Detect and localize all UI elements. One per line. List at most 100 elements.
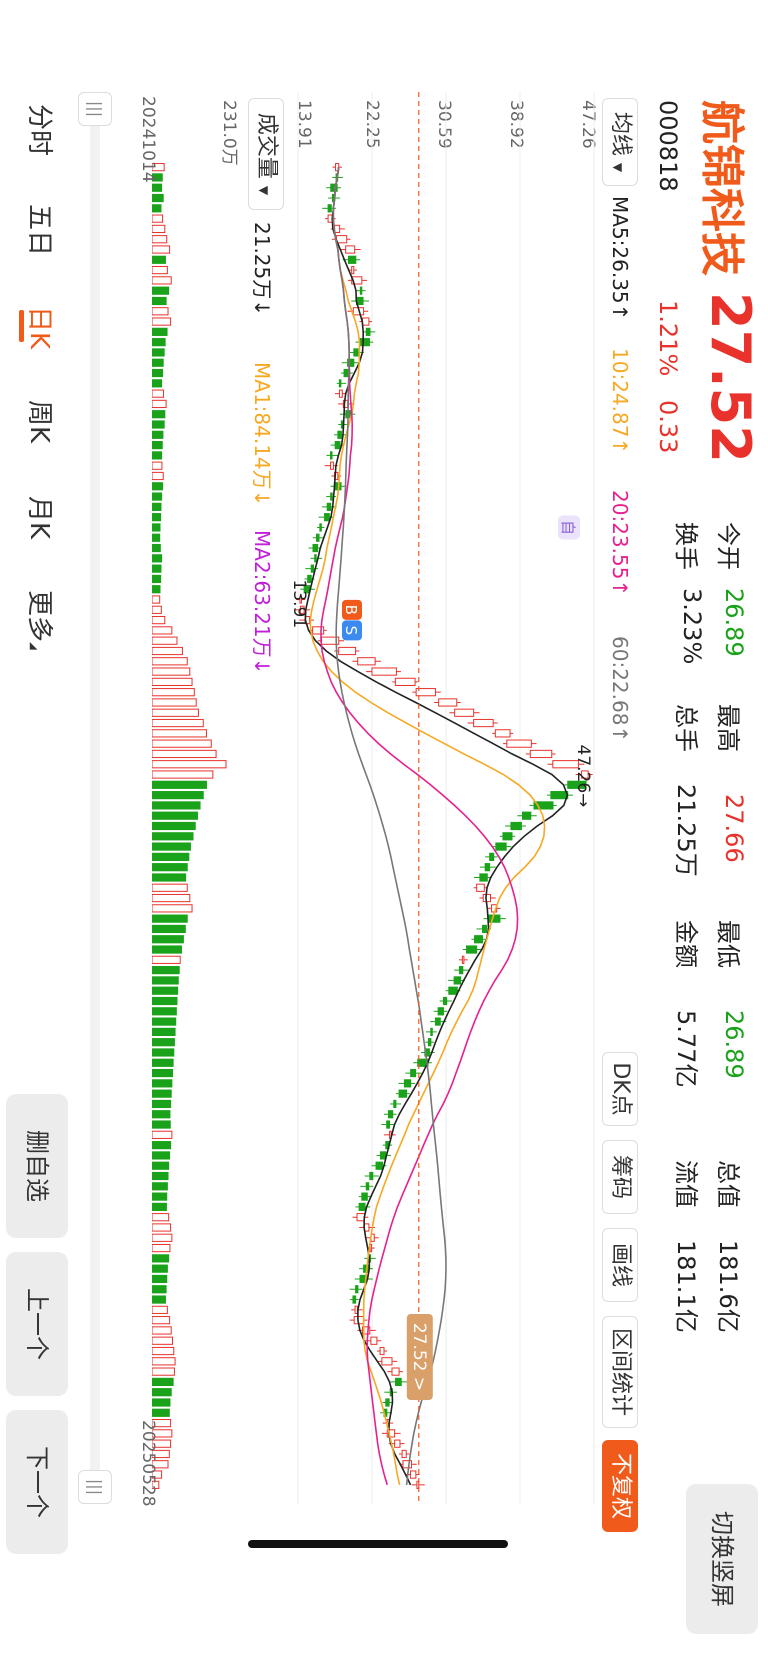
scroll-track[interactable] [90, 100, 100, 1500]
total-value: 181.6亿 [714, 1240, 742, 1333]
candle-body [442, 996, 448, 1006]
volume-bar [152, 1223, 172, 1232]
buy-marker-text: B [342, 605, 360, 615]
volume-bar [152, 338, 166, 347]
volume-bar [152, 327, 168, 336]
scroll-handle-left[interactable]: ||| [78, 92, 112, 126]
candle-body [394, 1439, 401, 1448]
candle-body [345, 245, 356, 254]
next-stock-button[interactable]: 下一个 [6, 1410, 68, 1554]
volume-bar [152, 986, 179, 995]
ma60-value: 60:22.68↑ [608, 636, 632, 743]
volume-bar [152, 1007, 177, 1016]
dropdown-icon: ▼ [257, 185, 271, 196]
candle-body [484, 863, 491, 872]
volume-bar [152, 801, 201, 810]
volume-bar [152, 430, 164, 439]
volume-bar [152, 821, 196, 831]
volume-bar [152, 667, 191, 676]
draw-button[interactable]: 画线 [602, 1228, 638, 1302]
ma-select[interactable]: 均线 ▼ [602, 98, 638, 186]
candle-body [476, 883, 485, 892]
volume-bar [152, 389, 165, 398]
tab-more-label: 更多 [24, 590, 54, 643]
candle-body [371, 667, 397, 676]
ma5-value: MA5:26.35↑ [608, 196, 632, 321]
volume-bar [152, 935, 184, 944]
volume-bar [152, 636, 178, 645]
chips-button[interactable]: 筹码 [602, 1140, 638, 1214]
candle-body [398, 1089, 408, 1098]
volume-select-label: 成交量 [254, 112, 279, 179]
volume-bar [152, 1274, 168, 1284]
candle-body [330, 461, 334, 470]
candle-body [338, 379, 342, 388]
candle-body [355, 1285, 359, 1294]
candle-body [550, 791, 569, 800]
volume-bar [152, 1367, 175, 1376]
volume-bar [152, 440, 163, 450]
volume-bar [152, 564, 162, 573]
open-value: 26.89 [720, 588, 748, 657]
tab-monthly-k[interactable]: 月K [23, 496, 60, 539]
volume-bar [152, 605, 162, 614]
volume-value: 21.25万 [672, 784, 700, 877]
no-adjust-button[interactable]: 不复权 [602, 1440, 638, 1532]
delete-watchlist-button[interactable]: 删自选 [6, 1094, 68, 1238]
tab-five-day[interactable]: 五日 [23, 204, 60, 256]
candle-body [458, 966, 464, 975]
switch-portrait-button[interactable]: 切换竖屏 [686, 1484, 758, 1634]
volume-bar [152, 791, 204, 800]
volume-bar [152, 255, 166, 264]
candle-body [312, 543, 319, 553]
dk-button[interactable]: DK点 [602, 1052, 638, 1126]
volume-bar [152, 1295, 166, 1304]
volume-bar [152, 1398, 171, 1407]
float-value: 181.1亿 [672, 1240, 700, 1333]
home-indicator [248, 1540, 508, 1548]
candle-body [479, 873, 488, 882]
volume-bar [152, 235, 168, 244]
volume-bar [152, 1388, 172, 1397]
candle-body [461, 955, 465, 964]
range-stat-button[interactable]: 区间统计 [602, 1316, 638, 1428]
volume-bar [152, 1336, 174, 1345]
stock-code: 000818 [654, 100, 682, 192]
volume-bar [152, 1192, 168, 1201]
candle-body [352, 1295, 357, 1304]
turnover-label: 换手 [672, 522, 700, 570]
candle-body [365, 1182, 370, 1191]
ma10-value: 10:24.87↑ [608, 348, 632, 455]
candle-body [488, 914, 501, 923]
candle-body [453, 976, 462, 985]
open-label: 今开 [714, 522, 742, 570]
candle-body [334, 224, 341, 234]
candle-body [316, 533, 320, 542]
amount-value: 5.77亿 [672, 1010, 700, 1088]
candle-body [394, 677, 416, 686]
volume-bar [152, 1151, 171, 1160]
candle-body [454, 708, 475, 717]
self-marker-text: 自 [559, 520, 577, 535]
volume-bar [152, 780, 207, 789]
volume-bar [152, 914, 188, 923]
candle-body [385, 1398, 390, 1407]
prev-stock-button[interactable]: 上一个 [6, 1252, 68, 1396]
volume-bar [152, 1316, 171, 1325]
candle-body [338, 646, 357, 656]
volume-bar [152, 893, 191, 903]
stock-name: 航锦科技 [696, 100, 747, 276]
stock-price: 27.52 [699, 292, 762, 463]
volume-bar [152, 729, 207, 738]
volume-bar [152, 1017, 177, 1026]
date-start: 20241014 [138, 96, 158, 183]
tab-daily-k[interactable]: 日K [23, 306, 60, 349]
tab-weekly-k[interactable]: 周K [23, 400, 60, 443]
volume-bar [152, 502, 162, 511]
candle-body [401, 1449, 407, 1459]
candle-body [434, 1017, 441, 1026]
tab-more[interactable]: 更多◢ [23, 590, 60, 650]
scroll-handle-right[interactable]: ||| [78, 1470, 112, 1504]
tab-intraday[interactable]: 分时 [23, 104, 60, 156]
kline-chart[interactable]: 27.52 > 47.26→ 13.91 B S 自 [292, 92, 600, 1504]
